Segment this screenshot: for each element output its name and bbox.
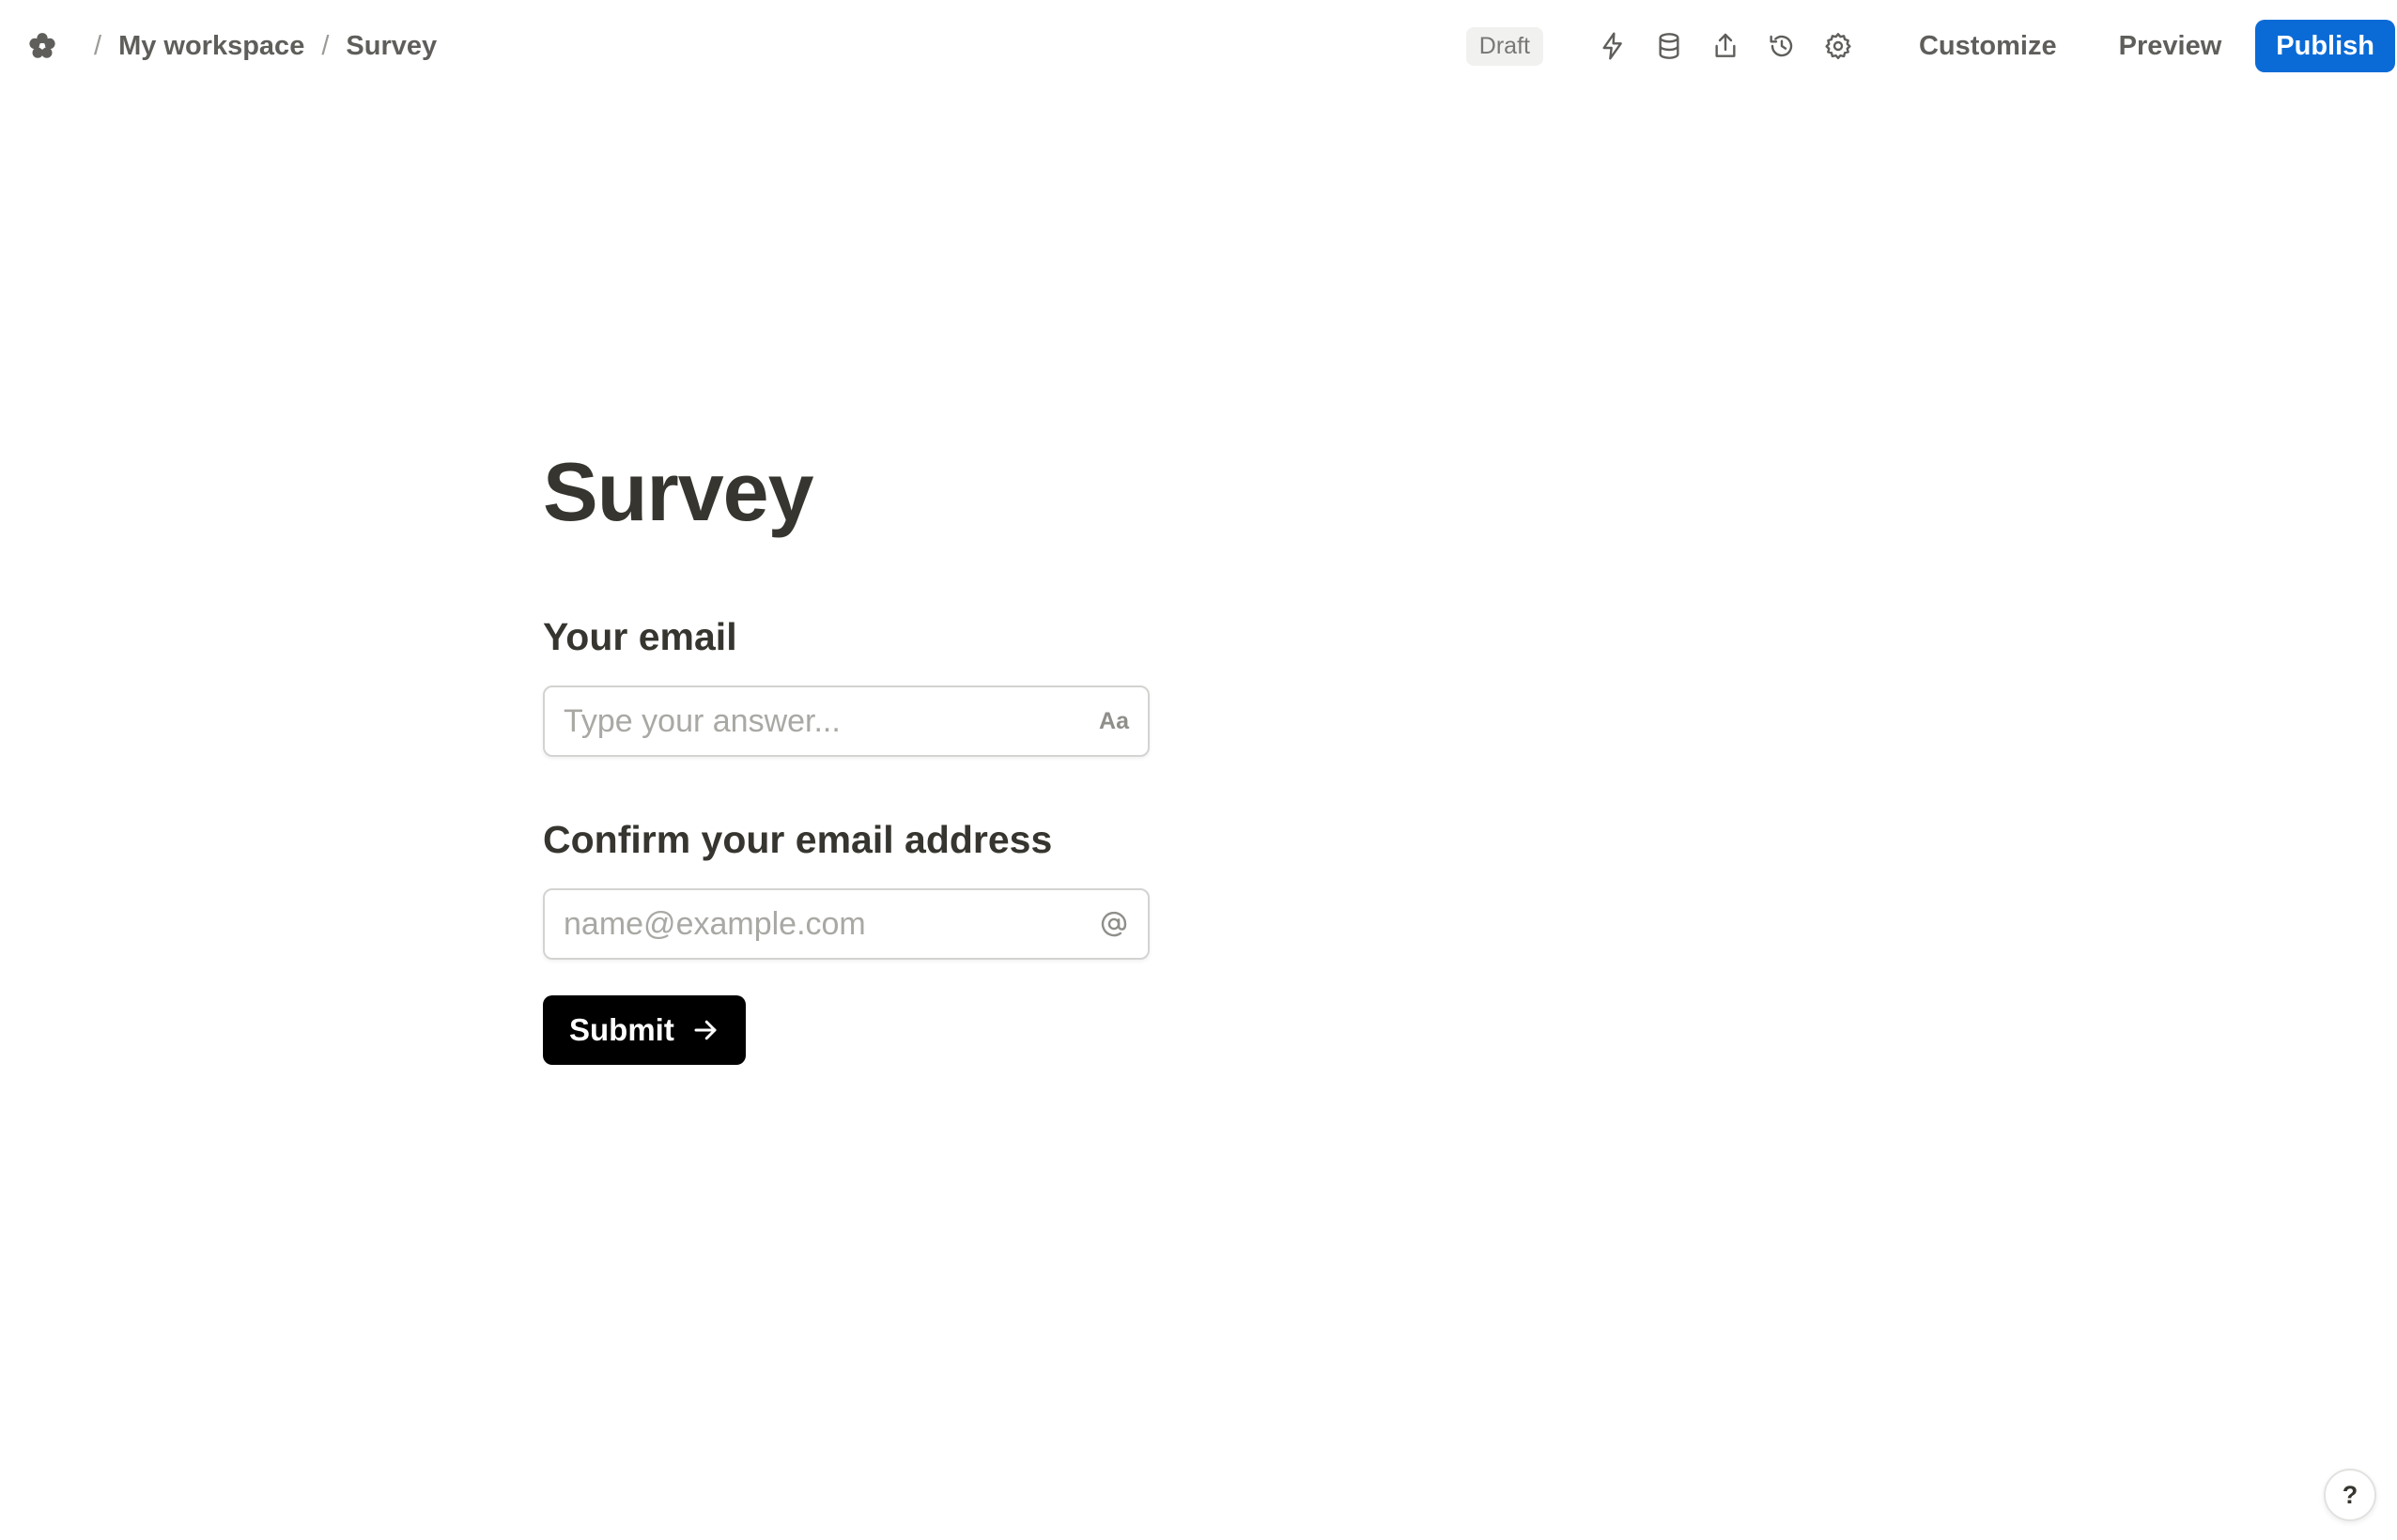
status-badge: Draft <box>1465 26 1543 66</box>
survey-form: Survey Your email Aa Confirm your email … <box>543 451 1153 1065</box>
question-label-confirm-email: Confirm your email address <box>543 818 1053 861</box>
confirm-email-field[interactable] <box>543 888 1150 960</box>
at-sign-icon <box>1099 909 1129 939</box>
breadcrumb: / My workspace / Survey <box>26 30 437 62</box>
text-format-icon: Aa <box>1099 707 1129 734</box>
email-input[interactable] <box>564 702 1089 740</box>
email-field[interactable]: Aa <box>543 685 1150 757</box>
arrow-right-icon <box>694 1020 717 1040</box>
breadcrumb-workspace[interactable]: My workspace <box>118 31 304 62</box>
publish-button[interactable]: Publish <box>2255 20 2395 72</box>
share-icon[interactable] <box>1704 24 1747 68</box>
history-icon[interactable] <box>1760 24 1803 68</box>
top-bar: / My workspace / Survey Draft Customize … <box>0 0 2397 92</box>
customize-button[interactable]: Customize <box>1904 22 2072 71</box>
submit-label: Submit <box>569 1012 674 1047</box>
breadcrumb-page[interactable]: Survey <box>346 31 437 62</box>
flower-logo-icon[interactable] <box>26 30 58 62</box>
form-title: Survey <box>543 445 814 538</box>
breadcrumb-separator: / <box>321 30 330 61</box>
submit-button[interactable]: Submit <box>543 995 746 1065</box>
database-icon[interactable] <box>1647 24 1691 68</box>
confirm-email-input[interactable] <box>564 905 1088 943</box>
gear-icon[interactable] <box>1817 24 1860 68</box>
preview-button[interactable]: Preview <box>2104 22 2237 71</box>
toolbar: Draft Customize Preview Publish <box>1465 0 2397 92</box>
help-button[interactable]: ? <box>2324 1469 2376 1521</box>
breadcrumb-separator: / <box>94 30 102 61</box>
question-label-email: Your email <box>543 615 737 658</box>
lightning-icon[interactable] <box>1591 24 1634 68</box>
